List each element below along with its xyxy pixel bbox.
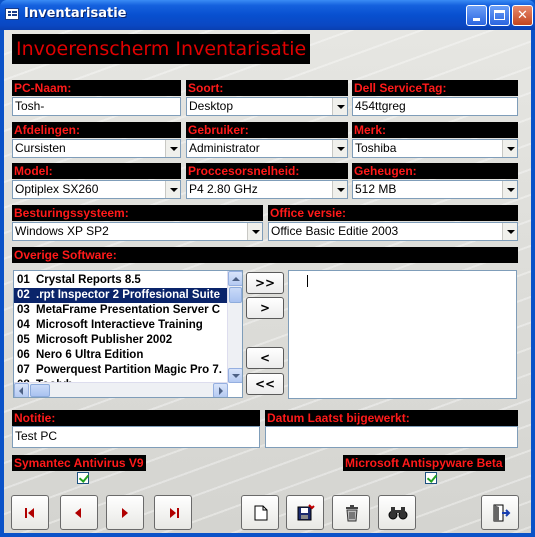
- office-select[interactable]: Office Basic Editie 2003: [268, 222, 518, 241]
- merk-value: Toshiba: [355, 141, 397, 155]
- window-title: Inventarisatie: [24, 6, 127, 21]
- model-select[interactable]: Optiplex SX260: [12, 180, 181, 199]
- chevron-down-icon[interactable]: [332, 98, 347, 115]
- remove-button[interactable]: <: [246, 347, 284, 369]
- gebruiker-value: Administrator: [189, 141, 260, 155]
- office-value: Office Basic Editie 2003: [271, 224, 399, 238]
- afdelingen-label: Afdelingen:: [12, 122, 181, 138]
- list-item[interactable]: 05 Microsoft Publisher 2002: [14, 333, 228, 348]
- servicetag-field[interactable]: 454ttgreg: [352, 97, 518, 116]
- model-value: Optiplex SX260: [15, 182, 99, 196]
- last-record-button[interactable]: [154, 495, 192, 530]
- first-record-button[interactable]: [11, 495, 49, 530]
- vertical-scrollbar[interactable]: [227, 271, 242, 383]
- previous-record-button[interactable]: [60, 495, 98, 530]
- add-button[interactable]: >: [246, 297, 284, 319]
- exit-button[interactable]: [481, 495, 519, 530]
- symantec-label: Symantec Antivirus V9: [12, 455, 146, 471]
- first-record-icon: [25, 508, 27, 518]
- list-item[interactable]: 01 Crystal Reports 8.5: [14, 273, 228, 288]
- window: Inventarisatie ✕ Invoerenscherm Inventar…: [0, 0, 535, 537]
- scroll-up-icon[interactable]: [228, 271, 242, 286]
- chevron-down-icon[interactable]: [332, 140, 347, 157]
- selected-software-list[interactable]: [288, 270, 517, 399]
- form-icon: [5, 8, 19, 20]
- form-body: Invoerenscherm Inventarisatie PC-Naam: T…: [4, 30, 531, 533]
- add-all-button[interactable]: >>: [246, 272, 284, 294]
- symantec-checkbox[interactable]: [77, 472, 89, 484]
- maximize-icon: [494, 10, 505, 20]
- list-item[interactable]: 07 Powerquest Partition Magic Pro 7.: [14, 363, 228, 378]
- list-item[interactable]: 03 MetaFrame Presentation Server C: [14, 303, 228, 318]
- geheugen-select[interactable]: 512 MB: [352, 180, 518, 199]
- servicetag-label: Dell ServiceTag:: [352, 80, 518, 96]
- chevron-down-icon[interactable]: [165, 181, 180, 198]
- scroll-left-icon[interactable]: [14, 383, 29, 397]
- maximize-button[interactable]: [489, 5, 510, 26]
- soort-value: Desktop: [189, 99, 234, 113]
- gebruiker-select[interactable]: Administrator: [186, 139, 348, 158]
- scroll-thumb[interactable]: [30, 384, 50, 397]
- software-label: Overige Software:: [12, 247, 518, 263]
- merk-label: Merk:: [352, 122, 518, 138]
- new-record-button[interactable]: [241, 495, 279, 530]
- available-software-list[interactable]: 01 Crystal Reports 8.5 02 .rpt Inspector 2…: [13, 270, 243, 398]
- title-bar[interactable]: Inventarisatie ✕: [0, 0, 535, 30]
- geheugen-label: Geheugen:: [352, 163, 518, 179]
- page-title: Invoerenscherm Inventarisatie: [12, 34, 311, 64]
- minimize-icon: [473, 18, 480, 21]
- processor-label: Proccesorsnelheid:: [186, 163, 348, 179]
- geheugen-value: 512 MB: [355, 182, 397, 196]
- scroll-down-icon[interactable]: [228, 368, 242, 383]
- afdelingen-select[interactable]: Cursisten: [12, 139, 181, 158]
- gebruiker-label: Gebruiker:: [186, 122, 348, 138]
- close-icon: ✕: [517, 8, 528, 23]
- office-label: Office versie:: [268, 205, 518, 221]
- chevron-down-icon[interactable]: [502, 140, 517, 157]
- list-item[interactable]: 02 .rpt Inspector 2 Proffesional Suite: [14, 288, 228, 303]
- antispyware-label: Microsoft Antispyware Beta: [343, 455, 505, 471]
- chevron-down-icon[interactable]: [502, 223, 517, 240]
- minimize-button[interactable]: [466, 5, 487, 26]
- chevron-down-icon[interactable]: [502, 181, 517, 198]
- pc-naam-label: PC-Naam:: [12, 80, 181, 96]
- soort-select[interactable]: Desktop: [186, 97, 348, 116]
- notitie-field[interactable]: Test PC: [12, 426, 260, 448]
- processor-value: P4 2.80 GHz: [189, 182, 258, 196]
- chevron-down-icon[interactable]: [332, 181, 347, 198]
- find-button[interactable]: [378, 495, 416, 530]
- scroll-thumb[interactable]: [229, 287, 242, 303]
- chevron-down-icon[interactable]: [165, 140, 180, 157]
- remove-all-button[interactable]: <<: [246, 373, 284, 395]
- save-icon: [297, 504, 315, 521]
- list-item[interactable]: 04 Microsoft Interactieve Training: [14, 318, 228, 333]
- chevron-down-icon[interactable]: [247, 223, 262, 240]
- next-record-button[interactable]: [106, 495, 144, 530]
- delete-icon: [346, 505, 358, 522]
- pc-naam-field[interactable]: Tosh-: [12, 97, 181, 116]
- merk-select[interactable]: Toshiba: [352, 139, 518, 158]
- horizontal-scrollbar[interactable]: [14, 382, 228, 397]
- text-cursor: [307, 275, 308, 287]
- besturingssysteem-value: Windows XP SP2: [15, 224, 109, 238]
- soort-label: Soort:: [186, 80, 348, 96]
- datum-field[interactable]: [265, 426, 518, 448]
- exit-icon: [493, 504, 511, 522]
- list-item[interactable]: 06 Nero 6 Ultra Edition: [14, 348, 228, 363]
- scroll-right-icon[interactable]: [213, 383, 228, 397]
- antispyware-checkbox[interactable]: [425, 472, 437, 484]
- afdelingen-value: Cursisten: [15, 141, 66, 155]
- find-icon: [388, 507, 408, 520]
- notitie-label: Notitie:: [12, 410, 260, 426]
- last-record-icon: [170, 508, 176, 518]
- close-button[interactable]: ✕: [512, 5, 533, 26]
- besturingssysteem-select[interactable]: Windows XP SP2: [12, 222, 263, 241]
- besturingssysteem-label: Besturingssysteem:: [12, 205, 263, 221]
- new-record-icon: [254, 505, 268, 521]
- model-label: Model:: [12, 163, 181, 179]
- save-record-button[interactable]: [286, 495, 324, 530]
- processor-select[interactable]: P4 2.80 GHz: [186, 180, 348, 199]
- delete-record-button[interactable]: [332, 495, 370, 530]
- datum-label: Datum Laatst bijgewerkt:: [265, 410, 518, 426]
